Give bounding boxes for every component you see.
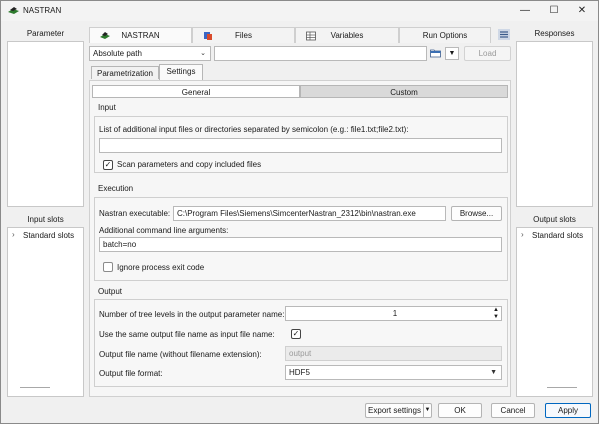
tab-label: Variables <box>330 31 364 40</box>
same-name-checkbox[interactable]: ✓ <box>291 329 301 339</box>
variables-icon <box>306 31 316 41</box>
responses-list[interactable] <box>516 41 593 207</box>
tree-item-standard-slots[interactable]: Standard slots <box>532 231 583 240</box>
export-settings-dropdown[interactable]: ▼ <box>423 403 432 418</box>
chevron-down-icon: ⌄ <box>200 50 206 57</box>
output-slots-title: Output slots <box>533 215 576 224</box>
output-format-select[interactable]: HDF5 ▼ <box>285 365 502 380</box>
tab-settings[interactable]: Settings <box>159 64 203 80</box>
tab-general[interactable]: General <box>92 85 300 98</box>
nastran-window: NASTRAN — ☐ ✕ Parameter Input slots › St… <box>0 0 599 424</box>
tree-expander-icon[interactable]: › <box>12 230 15 239</box>
maximize-button[interactable]: ☐ <box>543 3 565 19</box>
title-bar: NASTRAN — ☐ ✕ <box>1 1 598 21</box>
responses-panel-title: Responses <box>534 29 575 38</box>
menu-icon[interactable] <box>498 29 510 40</box>
parameter-list[interactable] <box>7 41 84 207</box>
input-group: List of additional input files or direct… <box>94 116 508 173</box>
spin-down-icon[interactable]: ▼ <box>493 314 499 320</box>
input-files-label: List of additional input files or direct… <box>99 125 409 134</box>
apply-button[interactable]: Apply <box>545 403 591 418</box>
output-file-name-label: Output file name (without filename exten… <box>99 350 262 359</box>
input-slots-tree[interactable]: › Standard slots <box>7 227 84 397</box>
tab-nastran[interactable]: NASTRAN <box>89 27 192 43</box>
tab-label: Files <box>235 31 252 40</box>
tree-levels-label: Number of tree levels in the output para… <box>99 310 285 319</box>
output-format-value: HDF5 <box>289 368 310 377</box>
window-title: NASTRAN <box>23 6 62 15</box>
cancel-button[interactable]: Cancel <box>491 403 535 418</box>
chevron-down-icon: ▼ <box>490 369 497 376</box>
tab-custom[interactable]: Custom <box>300 85 508 98</box>
path-mode-select[interactable]: Absolute path ⌄ <box>89 46 211 61</box>
scrollbar-handle[interactable] <box>20 387 50 388</box>
path-dropdown-button[interactable]: ▼ <box>445 47 459 60</box>
input-slots-title: Input slots <box>27 215 64 224</box>
command-args-label: Additional command line arguments: <box>99 226 229 235</box>
nastran-executable-field[interactable]: C:\Program Files\Siemens\SimcenterNastra… <box>173 206 446 221</box>
command-args-field[interactable]: batch=no <box>99 237 502 252</box>
ok-button[interactable]: OK <box>438 403 482 418</box>
input-files-field[interactable] <box>99 138 502 153</box>
output-group-title: Output <box>98 287 123 296</box>
tab-parametrization[interactable]: Parametrization <box>91 66 159 79</box>
tab-label: NASTRAN <box>121 31 160 40</box>
minimize-button[interactable]: — <box>514 3 536 19</box>
load-button[interactable]: Load <box>464 46 511 61</box>
tree-expander-icon[interactable]: › <box>521 230 524 239</box>
input-group-title: Input <box>98 103 116 112</box>
spin-up-icon[interactable]: ▲ <box>493 307 499 313</box>
tree-levels-spinbox[interactable]: 1 ▲ ▼ <box>285 306 502 321</box>
path-mode-value: Absolute path <box>93 49 142 58</box>
tab-variables[interactable]: Variables <box>295 27 399 43</box>
same-name-label: Use the same output file name as input f… <box>99 330 275 339</box>
scan-parameters-label: Scan parameters and copy included files <box>117 160 262 169</box>
execution-group-title: Execution <box>98 184 134 193</box>
tab-label: Run Options <box>422 31 468 40</box>
output-group: Number of tree levels in the output para… <box>94 299 508 387</box>
scan-parameters-checkbox[interactable]: ✓ <box>103 160 113 170</box>
scrollbar-handle[interactable] <box>547 387 577 388</box>
nastran-app-icon <box>8 7 19 14</box>
path-input[interactable] <box>214 46 427 61</box>
nastran-executable-label: Nastran executable: <box>99 209 171 218</box>
output-format-label: Output file format: <box>99 369 163 378</box>
output-file-name-field[interactable]: output <box>285 346 502 361</box>
output-slots-tree[interactable]: › Standard slots <box>516 227 593 397</box>
parameter-panel-title: Parameter <box>26 29 65 38</box>
close-button[interactable]: ✕ <box>571 3 593 19</box>
tab-files[interactable]: Files <box>192 27 295 43</box>
nastran-icon <box>100 32 110 39</box>
settings-panel: General Custom Input List of additional … <box>89 80 511 397</box>
export-settings-button[interactable]: Export settings <box>365 403 423 418</box>
tree-item-standard-slots[interactable]: Standard slots <box>23 231 74 240</box>
tree-levels-value: 1 <box>392 309 398 318</box>
browse-button[interactable]: Browse... <box>451 206 502 221</box>
folder-icon[interactable] <box>430 48 441 58</box>
ignore-exit-code-checkbox[interactable] <box>103 262 113 272</box>
files-icon <box>204 32 212 40</box>
ignore-exit-code-label: Ignore process exit code <box>117 263 205 272</box>
tab-run-options[interactable]: Run Options <box>399 27 491 43</box>
execution-group: Nastran executable: C:\Program Files\Sie… <box>94 197 508 281</box>
